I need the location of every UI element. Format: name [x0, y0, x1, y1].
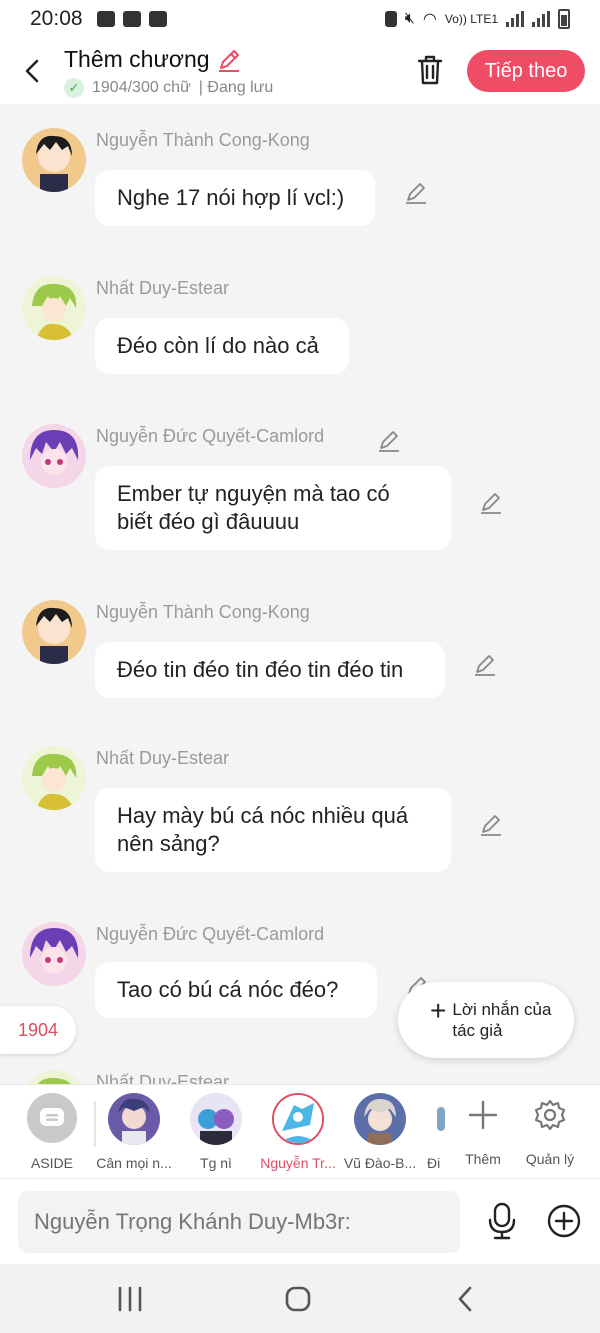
battery-icon [558, 9, 570, 29]
character-item[interactable]: Vũ Đào-B... [339, 1093, 421, 1171]
character-item-active[interactable]: Nguyễn Tr... [257, 1093, 339, 1171]
check-icon: ✓ [64, 78, 84, 98]
system-back-button[interactable] [446, 1282, 486, 1316]
avatar [354, 1093, 406, 1145]
add-label: Thêm [465, 1151, 501, 1167]
character-item[interactable]: Đi [421, 1093, 445, 1171]
save-status: ✓ 1904/300 chữ | Đang lưu [64, 78, 273, 98]
message-input[interactable] [18, 1191, 460, 1253]
author-note-button[interactable]: + Lời nhắn của tác giả [398, 982, 574, 1058]
back-button[interactable] [18, 54, 48, 88]
word-count: 1904/300 chữ [92, 79, 191, 96]
editor-header: Thêm chương ✓ 1904/300 chữ | Đang lưu Ti… [0, 38, 600, 104]
message-bubble[interactable]: Nghe 17 nói hợp lí vcl:) [95, 170, 375, 226]
gallery-icon [96, 11, 115, 27]
avatar[interactable] [22, 128, 86, 192]
clock: 20:08 [30, 7, 83, 30]
signal-icon [506, 11, 524, 27]
youtube-icon [122, 11, 141, 27]
character-selector: ASIDE Cân mọi n... Tg nì Nguyễn Tr... Vũ… [0, 1084, 600, 1178]
chapter-title[interactable]: Thêm chương [64, 46, 242, 73]
signal-icon [532, 11, 550, 27]
edit-message-icon[interactable] [478, 812, 504, 838]
save-state: | Đang lưu [198, 79, 274, 96]
avatar[interactable] [22, 600, 86, 664]
mute-icon: 🔇︎ [404, 10, 415, 27]
sender-name: Nhất Duy-Estear [96, 748, 230, 768]
edit-message-icon[interactable] [478, 490, 504, 516]
recent-apps-button[interactable] [110, 1282, 150, 1316]
chat-thread[interactable]: Nguyễn Thành Cong-Kong Nghe 17 nói hợp l… [0, 104, 600, 1084]
avatar [108, 1093, 160, 1145]
author-note-label: Lời nhắn của tác giả [452, 1000, 552, 1040]
word-counter-badge[interactable]: 1904 [0, 1006, 76, 1054]
edit-message-icon[interactable] [376, 428, 402, 454]
avatar [272, 1093, 324, 1145]
voice-button[interactable] [484, 1201, 520, 1241]
plus-icon [448, 1095, 518, 1135]
message-bubble[interactable]: Đéo còn lí do nào cả [95, 318, 349, 374]
add-attachment-button[interactable] [546, 1203, 582, 1239]
avatar[interactable] [22, 276, 86, 340]
avatar[interactable] [22, 746, 86, 810]
microphone-icon [488, 1202, 516, 1240]
character-name: Cân mọi n... [96, 1155, 172, 1171]
plus-circle-icon [547, 1204, 581, 1238]
character-name: ASIDE [30, 1155, 73, 1171]
message-bubble[interactable]: Ember tự nguyện mà tao có biết đéo gì đâ… [95, 466, 451, 550]
composer [0, 1178, 600, 1264]
message-bubble[interactable]: Hay mày bú cá nóc nhiều quá nên sảng? [95, 788, 451, 872]
character-name: Đi [427, 1155, 441, 1171]
plus-icon: + [430, 995, 447, 1026]
home-button[interactable] [278, 1282, 318, 1316]
next-button[interactable]: Tiếp theo [467, 50, 585, 92]
sender-name: Nguyễn Đức Quyết-Camlord [96, 426, 325, 446]
avatar [190, 1093, 242, 1145]
chat-bubble-icon [27, 1093, 77, 1143]
avatar[interactable] [22, 922, 86, 986]
delete-button[interactable] [412, 52, 448, 88]
manage-label: Quản lý [525, 1151, 575, 1167]
app-notification-icon [148, 11, 167, 27]
alarm-icon [384, 11, 397, 27]
character-name: Tg nì [200, 1155, 232, 1171]
edit-message-icon[interactable] [403, 180, 429, 206]
system-nav-bar [0, 1264, 600, 1333]
character-name: Vũ Đào-B... [343, 1155, 417, 1171]
recent-apps-icon [118, 1286, 142, 1312]
sender-name: Nhất Duy-Estear [96, 1072, 230, 1084]
character-item[interactable]: Tg nì [175, 1093, 257, 1171]
chevron-left-icon [25, 59, 39, 83]
status-bar: 20:08 🔇︎ ◠ Vo)) LTE1 [0, 0, 600, 38]
back-icon [458, 1286, 472, 1312]
sender-name: Nguyễn Đức Quyết-Camlord [96, 924, 325, 944]
character-name: Nguyễn Tr... [260, 1155, 336, 1171]
wifi-icon: ◠ [422, 11, 437, 28]
network-type-label: Vo)) LTE1 [444, 12, 498, 26]
avatar [431, 1093, 445, 1145]
home-icon [285, 1286, 311, 1312]
edit-message-icon[interactable] [472, 652, 498, 678]
chapter-title-text: Thêm chương [64, 46, 210, 72]
avatar[interactable] [22, 424, 86, 488]
edit-title-icon[interactable] [216, 47, 242, 73]
character-aside[interactable]: ASIDE [11, 1093, 93, 1171]
add-character-button[interactable]: Thêm [448, 1095, 518, 1167]
message-bubble[interactable]: Đéo tin đéo tin đéo tin đéo tin [95, 642, 445, 698]
sender-name: Nguyễn Thành Cong-Kong [96, 130, 310, 150]
character-item[interactable]: Cân mọi n... [93, 1093, 175, 1171]
avatar[interactable] [22, 1070, 86, 1084]
gear-icon [515, 1095, 585, 1135]
sender-name: Nhất Duy-Estear [96, 278, 230, 298]
sender-name: Nguyễn Thành Cong-Kong [96, 602, 310, 622]
message-bubble[interactable]: Tao có bú cá nóc đéo? [95, 962, 377, 1018]
manage-button[interactable]: Quản lý [515, 1095, 585, 1167]
trash-icon [417, 55, 443, 85]
